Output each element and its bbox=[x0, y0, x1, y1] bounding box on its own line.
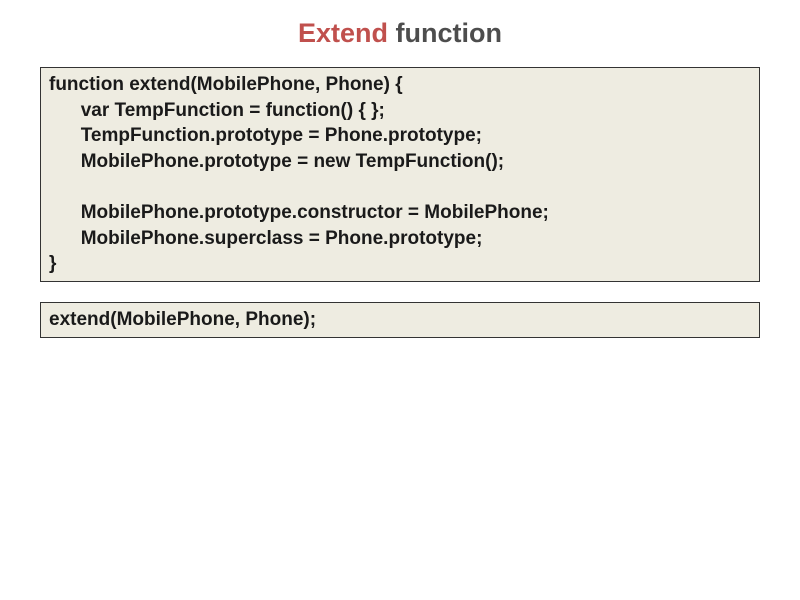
title-accent: Extend bbox=[298, 18, 388, 48]
code-block-definition: function extend(MobilePhone, Phone) { va… bbox=[40, 67, 760, 282]
code-text-definition: function extend(MobilePhone, Phone) { va… bbox=[49, 72, 751, 277]
slide-container: Extend function function extend(MobilePh… bbox=[0, 0, 800, 600]
code-block-usage: extend(MobilePhone, Phone); bbox=[40, 302, 760, 338]
title-rest: function bbox=[388, 18, 502, 48]
code-text-usage: extend(MobilePhone, Phone); bbox=[49, 307, 751, 333]
slide-title: Extend function bbox=[40, 18, 760, 49]
